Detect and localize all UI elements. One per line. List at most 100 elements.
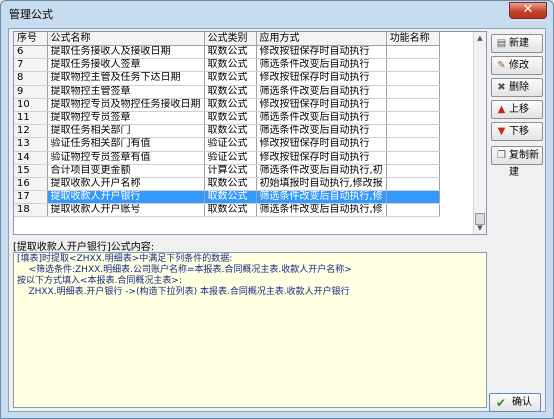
formula-type-cell[interactable]: 验证公式 <box>204 151 257 165</box>
apply-mode-cell[interactable]: 修改按钮保存时自动执行 <box>256 45 387 60</box>
formula-type-cell[interactable]: 验证公式 <box>204 137 257 152</box>
column-header-index[interactable]: 序号 <box>14 32 48 46</box>
table-row[interactable]: 10 提取物控专员及物控任务接收日期 取数公式 修改按钮保存时自动执行 <box>14 98 440 112</box>
apply-mode-cell[interactable]: 筛选条件改变后自动执行 <box>256 85 387 99</box>
table-row[interactable]: 15 合计项目变更金额 计算公式 筛选条件改变后自动执行,初 <box>14 164 440 178</box>
row-index-cell[interactable]: 16 <box>14 177 48 192</box>
close-button[interactable]: ✕ <box>509 2 547 19</box>
row-index-cell[interactable]: 11 <box>14 111 48 126</box>
formula-name-cell[interactable]: 提取任务相关部门 <box>47 124 205 139</box>
formula-name-cell[interactable]: 提取物控主管签章 <box>47 85 205 99</box>
formula-name-cell[interactable]: 提取收款人开户名称 <box>47 177 205 192</box>
function-name-cell[interactable] <box>386 177 440 192</box>
function-name-cell[interactable] <box>386 151 440 165</box>
function-name-cell[interactable] <box>386 203 440 218</box>
formula-type-cell[interactable]: 取数公式 <box>204 111 257 126</box>
formula-content-text[interactable]: [填表]时提取<ZHXX.明细表>中满足下列条件的数据: <筛选条件:ZHXX.… <box>13 252 487 408</box>
scroll-up-icon[interactable]: ▲ <box>475 32 485 44</box>
formula-type-cell[interactable]: 取数公式 <box>204 203 257 218</box>
function-name-cell[interactable] <box>386 111 440 126</box>
table-row[interactable]: 11 提取物控专员签章 取数公式 筛选条件改变后自动执行 <box>14 111 440 126</box>
copy-icon: ❐ <box>497 150 506 161</box>
table-row[interactable]: 16 提取收款人开户名称 取数公式 初始填报时自动执行,修改报 <box>14 177 440 192</box>
table-row[interactable]: 12 提取任务相关部门 取数公式 筛选条件改变后自动执行 <box>14 124 440 139</box>
row-index-cell[interactable]: 8 <box>14 71 48 86</box>
new-doc-icon: ▤ <box>496 38 507 49</box>
apply-mode-cell[interactable]: 筛选条件改变后自动执行,修 <box>256 190 387 205</box>
apply-mode-cell[interactable]: 修改按钮保存时自动执行 <box>256 151 387 165</box>
table-row[interactable]: 14 验证物控专员签章有值 验证公式 修改按钮保存时自动执行 <box>14 151 440 165</box>
table-row[interactable]: 13 验证任务相关部门有值 验证公式 修改按钮保存时自动执行 <box>14 137 440 152</box>
new-button[interactable]: ▤ 新建 <box>491 34 543 53</box>
copy-new-button[interactable]: ❐ 复制新建 <box>491 146 543 178</box>
formula-name-cell[interactable]: 合计项目变更金额 <box>47 164 205 178</box>
row-index-cell[interactable]: 17 <box>14 190 48 205</box>
row-index-cell[interactable]: 7 <box>14 58 48 73</box>
row-index-cell[interactable]: 12 <box>14 124 48 139</box>
formula-name-cell[interactable]: 提取物控专员签章 <box>47 111 205 126</box>
row-index-cell[interactable]: 6 <box>14 45 48 60</box>
edit-button[interactable]: ✎ 修改 <box>491 56 543 75</box>
row-index-cell[interactable]: 15 <box>14 164 48 178</box>
scroll-down-icon[interactable]: ▼ <box>475 222 485 234</box>
apply-mode-cell[interactable]: 筛选条件改变后自动执行 <box>256 58 387 73</box>
formula-name-cell[interactable]: 提取任务接收人及接收日期 <box>47 45 205 60</box>
apply-mode-cell[interactable]: 修改按钮保存时自动执行 <box>256 98 387 112</box>
formula-type-cell[interactable]: 取数公式 <box>204 45 257 60</box>
formula-type-cell[interactable]: 取数公式 <box>204 190 257 205</box>
vertical-scrollbar[interactable]: ▲ ▼ <box>473 32 486 234</box>
row-index-cell[interactable]: 18 <box>14 203 48 218</box>
formula-type-cell[interactable]: 取数公式 <box>204 124 257 139</box>
confirm-button[interactable]: ✔ 确认 <box>489 393 541 412</box>
table-row[interactable]: 6 提取任务接收人及接收日期 取数公式 修改按钮保存时自动执行 <box>14 45 440 60</box>
move-down-button[interactable]: ▼ 下移 <box>491 122 543 141</box>
function-name-cell[interactable] <box>386 137 440 152</box>
column-header-formula-name[interactable]: 公式名称 <box>47 32 205 46</box>
formula-type-cell[interactable]: 取数公式 <box>204 177 257 192</box>
row-index-cell[interactable]: 9 <box>14 85 48 99</box>
formula-name-cell[interactable]: 验证物控专员签章有值 <box>47 151 205 165</box>
table-row[interactable]: 18 提取收款人开户账号 取数公式 筛选条件改变后自动执行,修 <box>14 203 440 218</box>
manage-formula-window: 管理公式 ✕ 序号 公式名称 公式类别 应用方式 功能名称 6 提取任务接收人及… <box>0 0 554 419</box>
apply-mode-cell[interactable]: 初始填报时自动执行,修改报 <box>256 177 387 192</box>
table-row[interactable]: 7 提取任务接收人签章 取数公式 筛选条件改变后自动执行 <box>14 58 440 73</box>
formula-name-cell[interactable]: 提取收款人开户账号 <box>47 203 205 218</box>
row-index-cell[interactable]: 10 <box>14 98 48 112</box>
row-index-cell[interactable]: 13 <box>14 137 48 152</box>
row-index-cell[interactable]: 14 <box>14 151 48 165</box>
table-header-row: 序号 公式名称 公式类别 应用方式 功能名称 <box>14 32 440 46</box>
apply-mode-cell[interactable]: 筛选条件改变后自动执行,修 <box>256 203 387 218</box>
function-name-cell[interactable] <box>386 58 440 73</box>
move-up-button[interactable]: ▲ 上移 <box>491 100 543 119</box>
formula-name-cell[interactable]: 提取任务接收人签章 <box>47 58 205 73</box>
close-icon: ✕ <box>522 2 534 17</box>
formula-name-cell[interactable]: 提取物控专员及物控任务接收日期 <box>47 98 205 112</box>
function-name-cell[interactable] <box>386 98 440 112</box>
formula-type-cell[interactable]: 计算公式 <box>204 164 257 178</box>
formula-type-cell[interactable]: 取数公式 <box>204 98 257 112</box>
formula-type-cell[interactable]: 取数公式 <box>204 58 257 73</box>
formula-type-cell[interactable]: 取数公式 <box>204 71 257 86</box>
table-row[interactable]: 8 提取物控主管及任务下达日期 取数公式 修改按钮保存时自动执行 <box>14 71 440 86</box>
column-header-function-name[interactable]: 功能名称 <box>386 32 440 46</box>
function-name-cell[interactable] <box>386 124 440 139</box>
apply-mode-cell[interactable]: 筛选条件改变后自动执行 <box>256 124 387 139</box>
column-header-apply-mode[interactable]: 应用方式 <box>256 32 387 46</box>
function-name-cell[interactable] <box>386 71 440 86</box>
apply-mode-cell[interactable]: 筛选条件改变后自动执行,初 <box>256 164 387 178</box>
function-name-cell[interactable] <box>386 190 440 205</box>
delete-button[interactable]: ✖ 删除 <box>491 78 543 97</box>
function-name-cell[interactable] <box>386 45 440 60</box>
formula-type-cell[interactable]: 取数公式 <box>204 85 257 99</box>
table-row[interactable]: 17 提取收款人开户银行 取数公式 筛选条件改变后自动执行,修 <box>14 190 440 205</box>
formula-name-cell[interactable]: 提取收款人开户银行 <box>47 190 205 205</box>
formula-name-cell[interactable]: 提取物控主管及任务下达日期 <box>47 71 205 86</box>
function-name-cell[interactable] <box>386 85 440 99</box>
apply-mode-cell[interactable]: 修改按钮保存时自动执行 <box>256 71 387 86</box>
formula-name-cell[interactable]: 验证任务相关部门有值 <box>47 137 205 152</box>
apply-mode-cell[interactable]: 修改按钮保存时自动执行 <box>256 137 387 152</box>
table-row[interactable]: 9 提取物控主管签章 取数公式 筛选条件改变后自动执行 <box>14 85 440 99</box>
apply-mode-cell[interactable]: 筛选条件改变后自动执行 <box>256 111 387 126</box>
column-header-formula-type[interactable]: 公式类别 <box>204 32 257 46</box>
function-name-cell[interactable] <box>386 164 440 178</box>
